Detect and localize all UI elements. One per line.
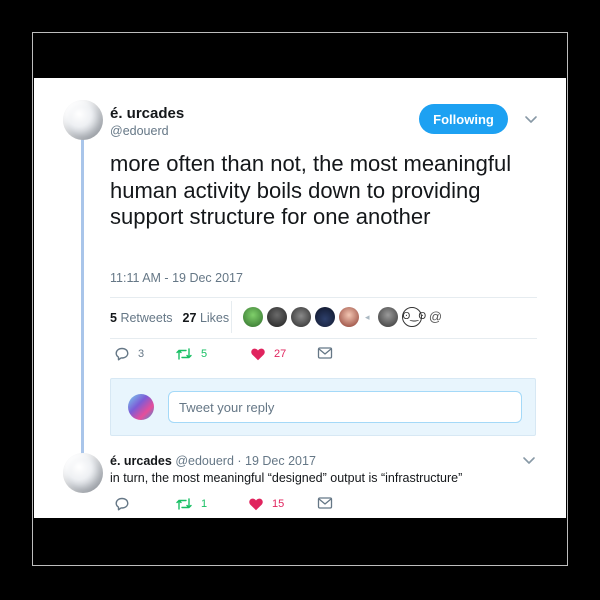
following-button[interactable]: Following — [419, 104, 508, 134]
tweet-stats: 5 Retweets 27 Likes — [110, 311, 229, 325]
likes-stat[interactable]: 27 Likes — [183, 311, 230, 325]
chevron-down-icon[interactable] — [522, 453, 536, 467]
reply-author-name[interactable]: é. urcades — [110, 454, 172, 468]
like-count: 27 — [274, 348, 287, 360]
like-action[interactable]: 15 — [248, 496, 284, 512]
message-icon — [317, 347, 333, 359]
retweet-icon — [176, 498, 192, 510]
direct-message-action[interactable] — [317, 346, 333, 360]
retweet-icon — [176, 348, 192, 360]
retweet-action[interactable]: 1 — [175, 496, 207, 512]
direct-message-action[interactable] — [317, 496, 333, 510]
reply-input[interactable] — [168, 391, 522, 423]
reply-action[interactable]: 3 — [114, 346, 144, 362]
heart-icon — [251, 348, 265, 361]
liker-avatar[interactable] — [377, 307, 398, 327]
separator-dot-icon: ◂ — [365, 311, 370, 322]
divider — [110, 297, 537, 298]
reply-text: in turn, the most meaningful “designed” … — [110, 471, 463, 485]
like-count: 15 — [272, 498, 285, 510]
tweet-card: é. urcades @edouerd Following more often… — [34, 78, 566, 518]
tweet-timestamp[interactable]: 11:11 AM - 19 Dec 2017 — [110, 271, 243, 285]
liker-avatar[interactable] — [267, 307, 287, 327]
reply-action[interactable] — [114, 496, 138, 512]
liker-avatars: ◂ ʘ‿ʘ @ — [243, 307, 450, 327]
message-icon — [317, 497, 333, 509]
like-action[interactable]: 27 — [250, 346, 286, 362]
liker-avatar[interactable]: ʘ‿ʘ — [401, 307, 426, 327]
reply-count: 3 — [138, 348, 145, 360]
reply-author-avatar[interactable] — [63, 453, 103, 493]
author-handle[interactable]: @edouerd — [110, 124, 169, 138]
tweet-text: more often than not, the most meaningful… — [110, 151, 512, 229]
stats-separator — [231, 301, 232, 333]
thread-line — [81, 138, 84, 462]
reply-author-handle[interactable]: @edouerd — [175, 454, 234, 468]
reply-composer — [110, 378, 536, 436]
liker-avatar[interactable] — [339, 307, 359, 327]
reply-icon — [115, 347, 129, 361]
chevron-down-icon[interactable] — [524, 112, 538, 126]
author-avatar[interactable] — [63, 100, 103, 140]
retweets-stat[interactable]: 5 Retweets — [110, 311, 173, 325]
liker-avatar[interactable] — [315, 307, 335, 327]
heart-icon — [249, 498, 263, 511]
retweet-action[interactable]: 5 — [175, 346, 207, 362]
reply-date[interactable]: 19 Dec 2017 — [245, 454, 316, 468]
liker-avatar[interactable] — [243, 307, 263, 327]
liker-avatar[interactable] — [291, 307, 311, 327]
current-user-avatar — [128, 394, 154, 420]
author-name[interactable]: é. urcades — [110, 105, 184, 122]
reply-header: é. urcades @edouerd · 19 Dec 2017 — [110, 454, 316, 468]
reply-icon — [115, 497, 129, 511]
retweet-count: 5 — [201, 348, 208, 360]
retweet-count: 1 — [201, 498, 208, 510]
divider — [110, 338, 537, 339]
liker-avatar[interactable]: @ — [425, 307, 446, 327]
